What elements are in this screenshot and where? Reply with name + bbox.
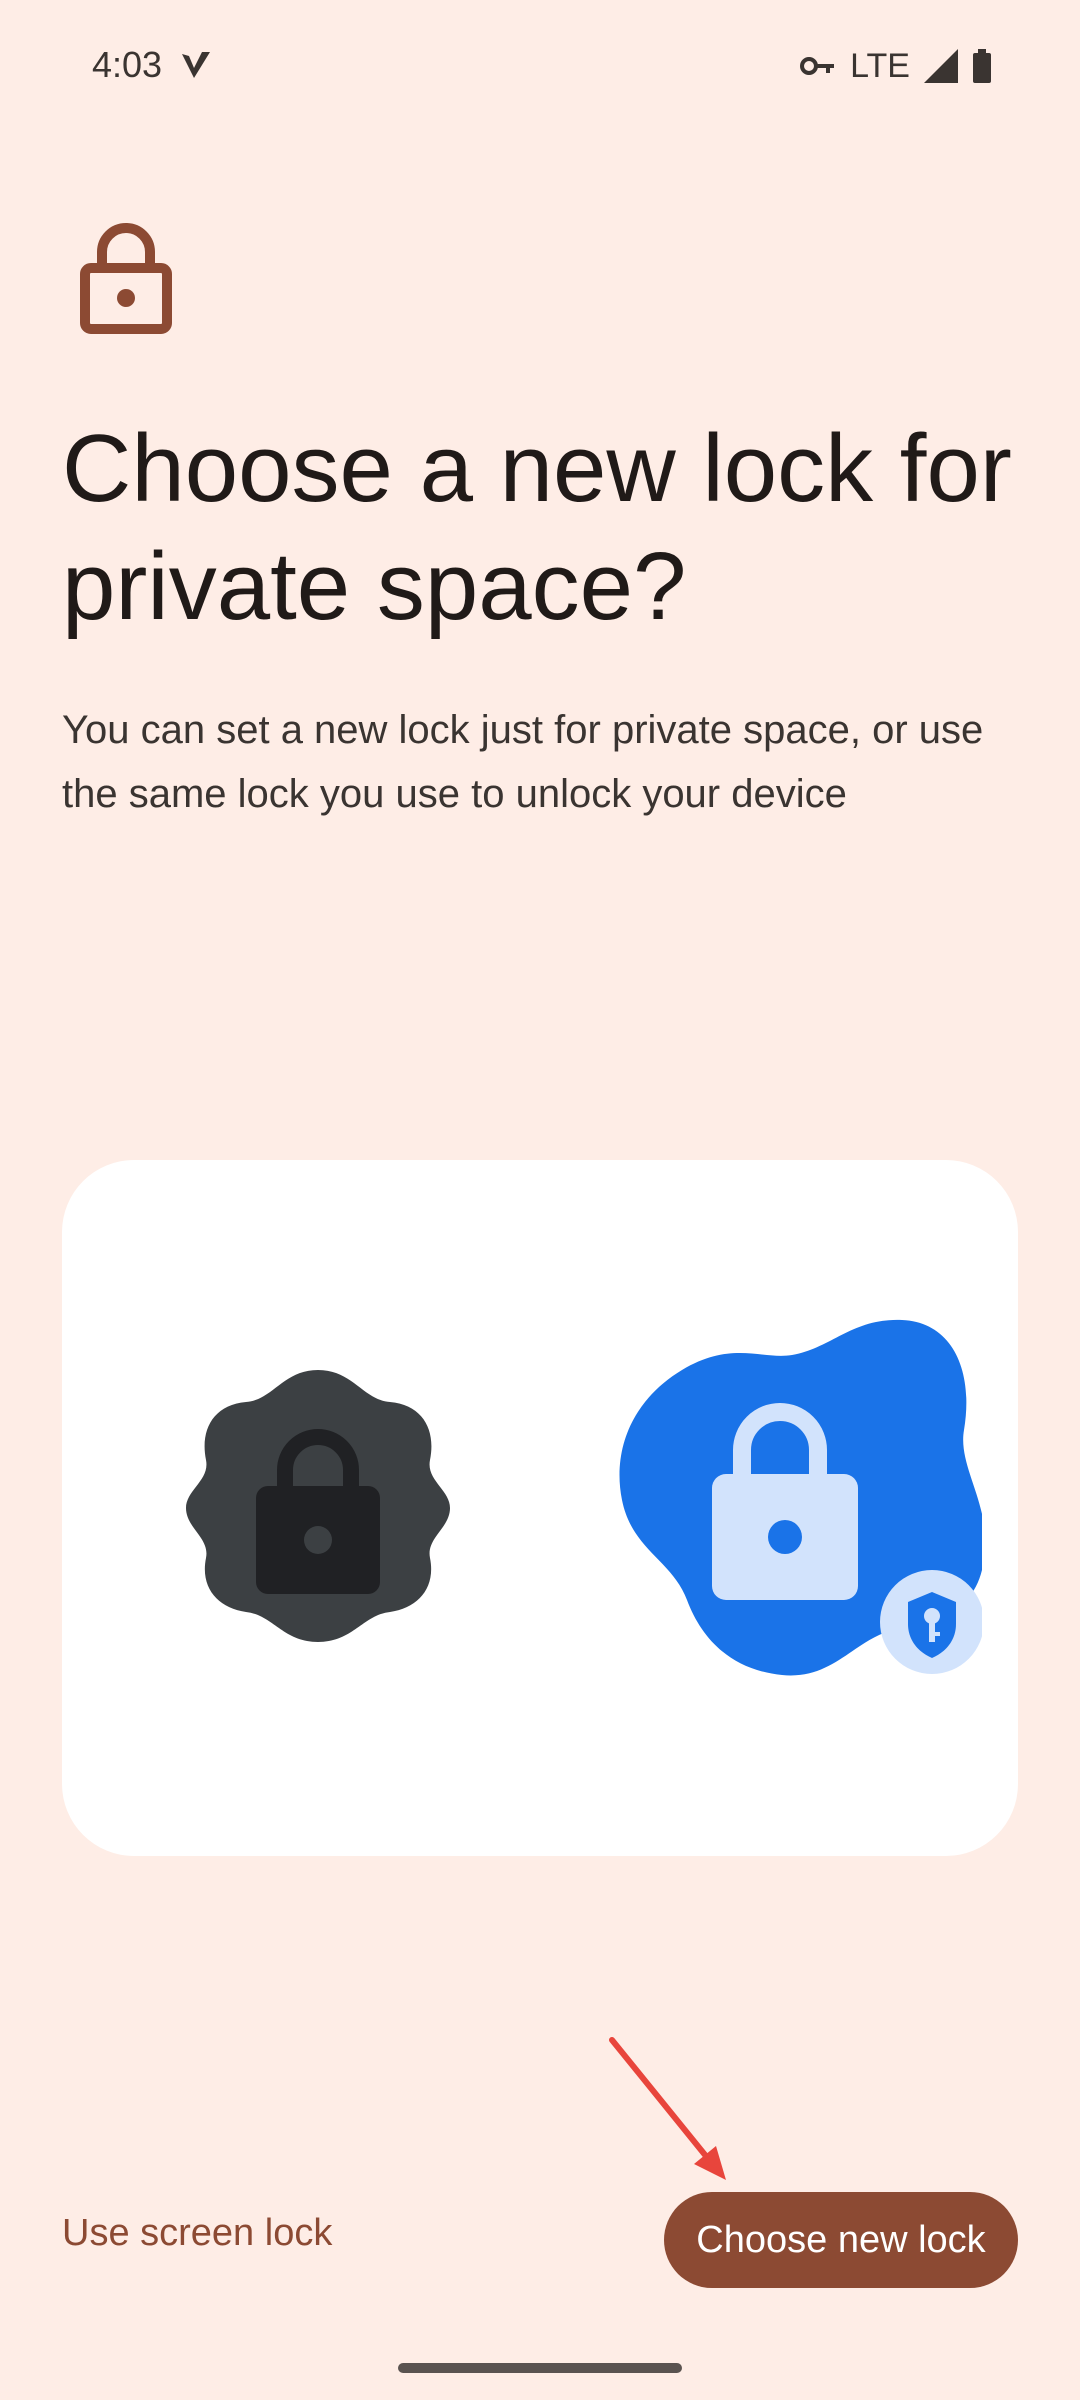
vpn-check-icon [182,52,210,78]
vpn-key-icon [800,57,835,75]
status-time: 4:03 [92,44,163,85]
shield-key-icon [880,1570,982,1674]
status-bar: 4:03 LTE [0,0,1080,130]
choose-new-lock-button[interactable]: Choose new lock [664,2192,1018,2288]
network-type: LTE [850,46,910,85]
page-title: Choose a new lock for private space? [62,415,1012,640]
battery-icon [973,49,991,83]
lock-icon [80,223,172,334]
signal-icon [924,49,958,83]
use-screen-lock-button[interactable]: Use screen lock [62,2212,332,2255]
annotation-arrow-icon [609,2037,726,2180]
device-lock-icon [186,1370,450,1642]
footer-actions: Use screen lock Choose new lock [0,2190,1080,2290]
navigation-handle[interactable] [398,2363,682,2373]
status-icons: LTE [800,44,992,88]
private-space-lock-icon [619,1319,982,1676]
illustration-card [62,1160,1018,1856]
page-description: You can set a new lock just for private … [62,708,984,816]
